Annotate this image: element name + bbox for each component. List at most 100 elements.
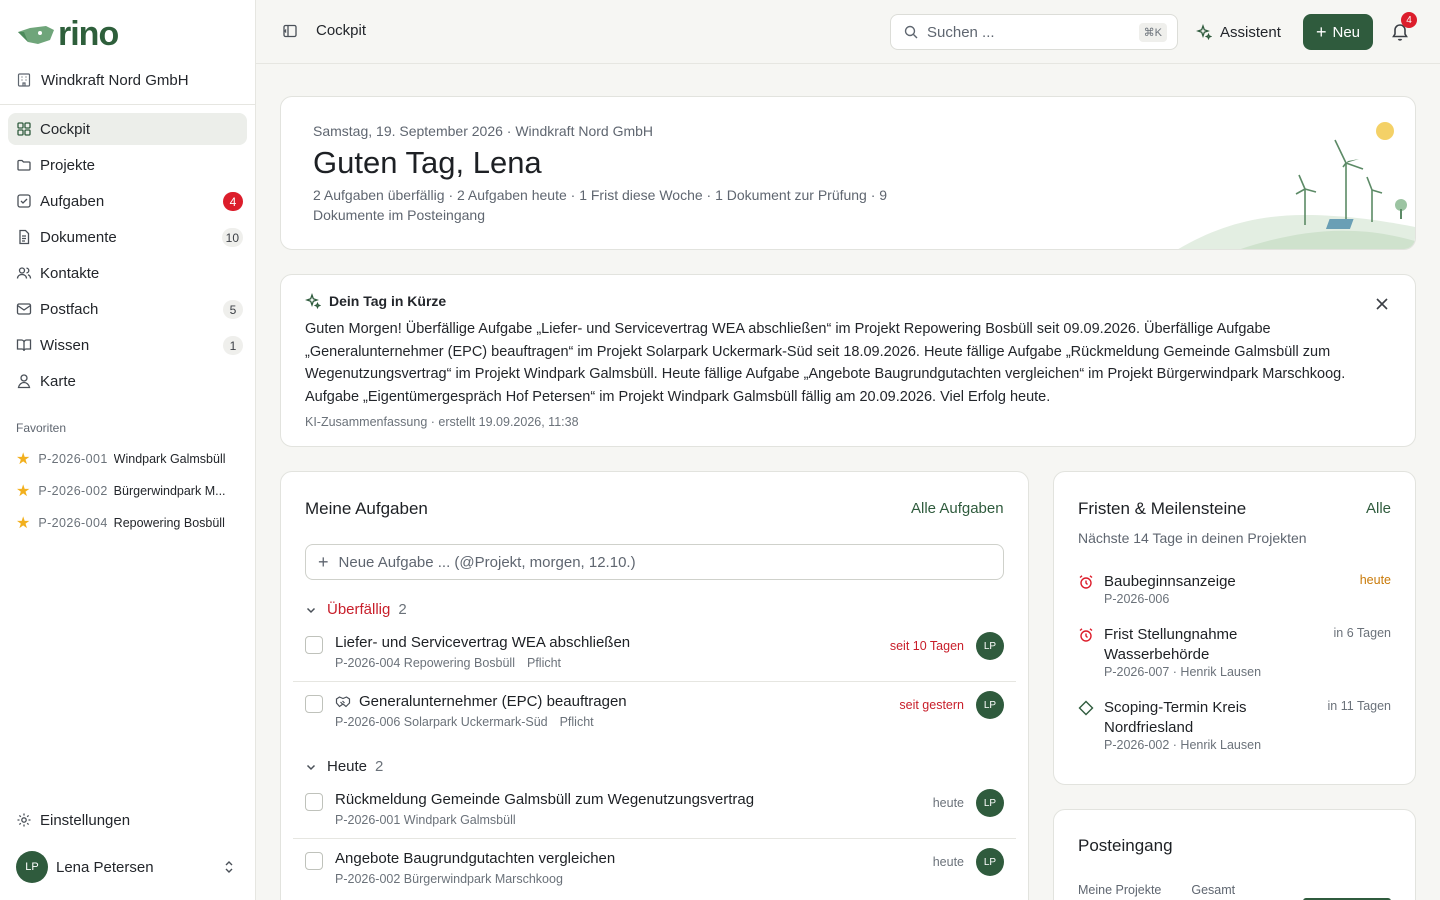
chevron-down-icon [306,764,316,770]
task-title: Rückmeldung Gemeinde Galmsbüll zum Wegen… [335,791,755,808]
project-code: P-2026-004 [38,516,108,530]
panel-title: Posteingang [1078,836,1173,855]
deadline-when: in 11 Tagen [1327,699,1391,713]
nav-item-dokumente[interactable]: Dokumente 10 [8,221,247,253]
tab-gesamt[interactable]: Gesamt [1191,883,1235,897]
date-line: Samstag, 19. September 2026 · Windkraft … [313,123,654,139]
search-icon [904,25,918,39]
settings-link[interactable]: Einstellungen [16,808,130,832]
folder-icon [17,159,31,171]
assignee-avatar: LP [976,789,1004,817]
project-name: Bürgerwindpark M... [113,484,226,498]
alarm-clock-icon [1079,628,1093,642]
nav-item-kontakte[interactable]: Kontakte [8,257,247,289]
task-checkbox[interactable] [305,695,323,713]
task-due: heute [932,855,964,869]
nav-item-cockpit[interactable]: Cockpit [8,113,247,145]
search-input[interactable] [927,23,1127,41]
sidebar-toggle-icon[interactable] [282,23,298,39]
nav-badge-count: 5 [223,300,243,319]
task-row[interactable]: Generalunternehmer (EPC) beauftragen P-2… [293,683,1016,741]
notification-badge: 4 [1401,12,1417,28]
new-task-input[interactable] [338,553,979,571]
day-summary: 2 Aufgaben überfällig · 2 Aufgaben heute… [313,187,888,223]
milestone-diamond-icon [1078,700,1094,716]
app-logo[interactable]: rino [16,16,119,52]
all-tasks-link[interactable]: Alle Aufgaben [911,500,1004,517]
task-project: P-2026-004 Repowering Bosbüll [335,656,515,670]
group-label: Überfällig [327,601,391,618]
nav-item-projekte[interactable]: Projekte [8,149,247,181]
task-due: heute [932,796,964,810]
task-row[interactable]: Angebote Baugrundgutachten vergleichen P… [293,840,1016,898]
nav-badge-count: 10 [221,228,243,247]
new-label: Neu [1332,23,1361,41]
task-checkbox[interactable] [305,793,323,811]
project-name: Repowering Bosbüll [113,516,225,530]
nav-badge-count: 1 [223,336,243,355]
sparkle-icon [305,293,321,309]
deadlines-panel: Fristen & Meilensteine Alle Nächste 14 T… [1053,471,1416,785]
page-title: Guten Tag, Lena [313,145,542,180]
task-check-icon [17,194,31,208]
rhino-logo-icon [18,26,54,44]
task-title: Angebote Baugrundgutachten vergleichen [335,850,616,867]
task-row[interactable]: Rückmeldung Gemeinde Galmsbüll zum Wegen… [293,781,1016,839]
nav-label: Dokumente [40,228,117,246]
search-shortcut-hint: ⌘K [1138,23,1167,42]
nav-label: Projekte [40,156,96,174]
deadline-when: in 6 Tagen [1333,626,1391,640]
nav-label: Postfach [40,300,99,318]
star-icon: ★ [16,515,31,532]
user-menu[interactable]: LP Lena Petersen [16,851,240,883]
breadcrumb: Cockpit [316,22,367,39]
group-toggle-today[interactable]: Heute 2 [305,758,383,775]
daily-briefing-card: Dein Tag in Kürze Guten Morgen! Überfäll… [280,274,1416,447]
deadline-meta: P-2026-007 · Henrik Lausen [1104,665,1262,679]
deadline-title: Scoping-Termin Kreis Nordfriesland [1104,699,1247,736]
inbox-panel: Posteingang Meine Projekte Gesamt [1053,809,1416,900]
deadline-item[interactable]: Baubeginnsanzeige P-2026-006 heute [1078,572,1393,612]
favorites-list: ★ P-2026-001 Windpark Galmsbüll ★ P-2026… [8,443,247,539]
new-task-field[interactable]: + [305,544,1004,580]
favorite-project-item[interactable]: ★ P-2026-004 Repowering Bosbüll [8,507,247,539]
assignee-avatar: LP [976,691,1004,719]
task-title: Liefer- und Servicevertrag WEA abschließ… [335,634,631,651]
favorite-project-item[interactable]: ★ P-2026-002 Bürgerwindpark M... [8,475,247,507]
my-tasks-panel: Meine Aufgaben Alle Aufgaben + Überfälli… [280,471,1029,900]
task-row[interactable]: Liefer- und Servicevertrag WEA abschließ… [293,624,1016,682]
briefing-header: Dein Tag in Kürze [305,293,446,309]
deadline-item[interactable]: Scoping-Termin Kreis Nordfriesland P-202… [1078,698,1393,758]
plus-icon: + [1315,21,1327,42]
assistant-label: Assistent [1220,23,1281,41]
search-box[interactable]: ⌘K [890,14,1178,50]
assignee-avatar: LP [976,848,1004,876]
project-code: P-2026-002 [38,484,108,498]
group-toggle-overdue[interactable]: Überfällig 2 [305,601,407,618]
deadline-meta: P-2026-006 [1104,592,1170,606]
organization-switcher[interactable]: Windkraft Nord GmbH [16,68,189,92]
nav-item-wissen[interactable]: Wissen 1 [8,329,247,361]
task-project: P-2026-002 Bürgerwindpark Marschkoog [335,872,563,886]
tab-meine-projekte[interactable]: Meine Projekte [1078,883,1161,897]
deadline-item[interactable]: Frist Stellungnahme Wasserbehörde P-2026… [1078,625,1393,685]
new-button[interactable]: + Neu [1303,14,1373,50]
task-checkbox[interactable] [305,852,323,870]
task-due: seit gestern [899,698,964,712]
panel-title: Fristen & Meilensteine [1078,499,1247,518]
settings-label: Einstellungen [40,811,131,829]
nav-label: Karte [40,372,76,390]
nav-item-aufgaben[interactable]: Aufgaben 4 [8,185,247,217]
close-icon[interactable] [1375,297,1389,311]
deadline-title: Baubeginnsanzeige [1104,573,1236,590]
task-checkbox[interactable] [305,636,323,654]
assistant-button[interactable]: Assistent [1196,16,1281,48]
assignee-avatar: LP [976,632,1004,660]
project-code: P-2026-001 [38,452,108,466]
nav-item-karte[interactable]: Karte [8,365,247,397]
panel-subtitle: Nächste 14 Tage in deinen Projekten [1078,530,1307,546]
all-deadlines-link[interactable]: Alle [1366,500,1391,517]
favorite-project-item[interactable]: ★ P-2026-001 Windpark Galmsbüll [8,443,247,475]
topbar: Cockpit ⌘K Assistent + Neu 4 [256,0,1440,64]
nav-item-postfach[interactable]: Postfach 5 [8,293,247,325]
